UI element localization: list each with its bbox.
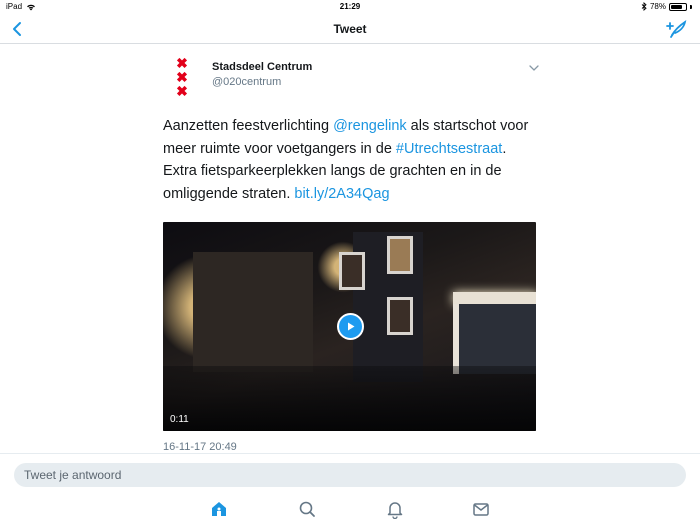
battery-percent: 78% [649, 2, 666, 11]
avatar[interactable]: ✖ ✖ ✖ [175, 56, 189, 98]
search-icon[interactable] [297, 499, 317, 519]
bluetooth-icon [641, 2, 647, 11]
video-building [193, 252, 313, 372]
author-handle[interactable]: @020centrum [212, 76, 281, 88]
mention-link[interactable]: @rengelink [333, 118, 407, 134]
play-icon [348, 322, 355, 331]
tweet-text: Aanzetten feestverlichting @rengelink al… [163, 115, 538, 205]
video-duration: 0:11 [170, 414, 189, 425]
battery-icon [669, 2, 687, 11]
url-link[interactable]: bit.ly/2A34Qag [294, 186, 389, 202]
video-awning [453, 292, 536, 304]
mail-icon[interactable] [471, 499, 491, 519]
status-right: 78% [641, 2, 692, 11]
avatar-cross-icon: ✖ [176, 69, 188, 85]
tab-bar [0, 496, 700, 525]
chevron-down-icon[interactable] [528, 63, 540, 73]
video-crowd [163, 366, 536, 431]
video-storefront [453, 304, 536, 374]
compose-tweet-icon[interactable] [666, 19, 688, 39]
bell-icon[interactable] [385, 499, 405, 519]
video-window [339, 252, 365, 290]
author-name[interactable]: Stadsdeel Centrum [212, 61, 312, 73]
tweet: ✖ ✖ ✖ Stadsdeel Centrum @020centrum Aanz… [163, 52, 543, 453]
reply-input[interactable] [14, 463, 686, 487]
nav-bar: Tweet [0, 14, 700, 44]
hashtag-link[interactable]: #Utrechtsestraat [396, 141, 502, 157]
page-title: Tweet [333, 22, 367, 36]
video-window [387, 297, 413, 335]
video-player[interactable]: 0:11 [163, 222, 536, 431]
play-button[interactable] [337, 313, 364, 340]
status-time: 21:29 [339, 2, 361, 11]
battery-tip [690, 4, 692, 9]
tweet-text-part: Aanzetten feestverlichting [163, 118, 334, 134]
status-bar: iPad 21:29 78% [0, 0, 700, 14]
home-icon[interactable] [209, 499, 229, 519]
video-window [387, 236, 413, 274]
tweet-timestamp: 16-11-17 20:49 [163, 441, 237, 453]
battery-fill [671, 4, 682, 9]
tweet-header: ✖ ✖ ✖ Stadsdeel Centrum @020centrum [163, 52, 543, 102]
avatar-cross-icon: ✖ [176, 55, 188, 71]
avatar-cross-icon: ✖ [176, 83, 188, 99]
